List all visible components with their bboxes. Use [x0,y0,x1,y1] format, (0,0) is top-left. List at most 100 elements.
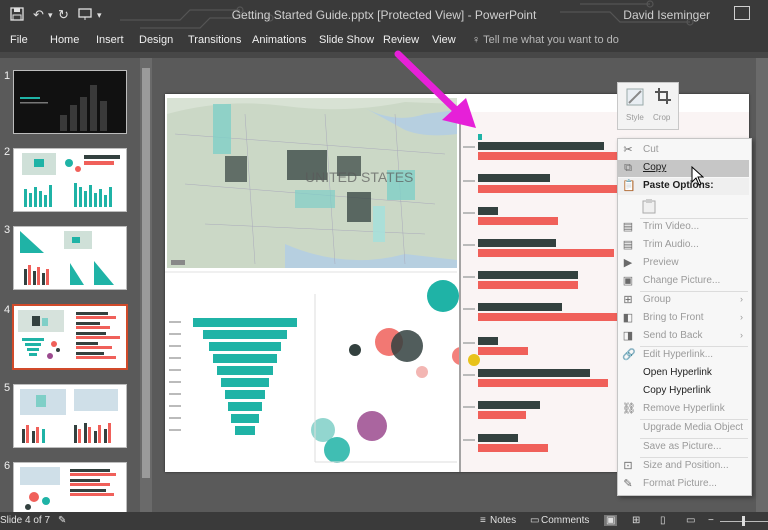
crop-icon[interactable] [654,87,672,110]
tab-insert[interactable]: Insert [96,34,124,46]
mini-toolbar: Style Crop [617,82,679,130]
slide-thumbnail-1[interactable] [13,70,127,134]
ribbon-display-options-icon[interactable] [734,6,750,20]
menu-item-copy[interactable]: ⧉ Copy [618,160,749,177]
annotation-arrow [394,50,476,128]
menu-item-group[interactable]: ⊞ Group › [618,292,749,309]
bring-to-front-icon: ◧ [622,312,634,324]
map-state [373,206,385,242]
status-bar: Slide 4 of 7 ✎ ≡ Notes ▭ Comments ▣ ⊞ ▯ … [0,512,768,530]
style-icon[interactable] [625,87,645,112]
funnel-chart [193,318,297,435]
save-picture-icon [622,441,634,453]
slide-number: 3 [4,224,11,236]
tab-review[interactable]: Review [383,34,419,46]
trim-video-icon: ▤ [622,221,634,233]
menu-item-open-hyperlink[interactable]: Open Hyperlink [618,365,749,382]
slide-scrollbar[interactable] [756,58,768,512]
style-label: Style [626,113,644,122]
menu-item-send-to-back[interactable]: ◨ Send to Back › [618,328,749,345]
menu-item-edit-hyperlink[interactable]: 🔗 Edit Hyperlink... [618,347,749,364]
slide-thumbnail-3[interactable] [13,226,127,290]
mouse-cursor-icon [691,166,704,186]
map-state [295,190,335,208]
menu-item-trim-audio[interactable]: ▤ Trim Audio... [618,237,749,254]
comments-button[interactable]: Comments [541,515,589,526]
menu-item-size-position[interactable]: ⊡ Size and Position... [618,458,749,475]
menu-item-bring-to-front[interactable]: ◧ Bring to Front › [618,310,749,327]
format-picture-icon: ✎ [623,478,633,490]
slide-thumbnail-6[interactable] [13,462,127,514]
scatter-chart [311,280,470,463]
funnel-axis-ticks [169,321,181,431]
tab-view[interactable]: View [432,34,456,46]
slide-number: 5 [4,382,11,394]
lightbulb-icon: ♀ [472,34,481,46]
menu-item-preview[interactable]: ▶ Preview [618,255,749,272]
tab-transitions[interactable]: Transitions [188,34,241,46]
crop-label: Crop [653,113,671,122]
copy-link-icon [622,385,634,397]
copy-icon: ⧉ [624,162,632,174]
menu-item-change-picture[interactable]: ▣ Change Picture... [618,273,749,290]
title-bar: ↶ ▾ ↻ ▾ Getting Started Guide.pptx [Prot… [0,0,768,30]
tell-me-search[interactable]: ♀ Tell me what you want to do [472,34,619,46]
slide-counter: Slide 4 of 7 [0,515,51,526]
menu-item-cut[interactable]: ✂ Cut [618,142,749,159]
menu-item-remove-hyperlink[interactable]: ⛓ Remove Hyperlink [618,401,749,418]
submenu-arrow-icon: › [740,312,743,322]
tab-design[interactable]: Design [139,34,173,46]
tab-file[interactable]: File [10,34,28,46]
map-state [213,104,231,154]
slideshow-view-icon[interactable]: ▭ [686,515,695,526]
slide-thumbnail-5[interactable] [13,384,127,448]
slide-thumbnail-pane: 1 2 3 4 5 6 [0,58,152,514]
change-picture-icon: ▣ [622,275,634,287]
zoom-slider-thumb[interactable] [742,516,745,526]
ribbon-tabs: File Home Insert Design Transitions Anim… [0,30,768,52]
normal-view-icon[interactable]: ▣ [604,515,618,526]
proofing-icon[interactable]: ✎ [58,515,66,526]
menu-item-save-as-picture[interactable]: Save as Picture... [618,439,749,456]
tab-animations[interactable]: Animations [252,34,306,46]
tab-home[interactable]: Home [50,34,79,46]
slide-number: 6 [4,460,11,472]
notes-button[interactable]: Notes [490,515,516,526]
slide-number: 2 [4,146,11,158]
menu-item-copy-hyperlink[interactable]: Copy Hyperlink [618,383,749,400]
remove-link-icon: ⛓ [622,403,636,415]
menu-paste-options-header: 📋 Paste Options: [618,178,749,195]
paste-option-button[interactable] [618,196,749,216]
map-label: UNITED STATES [305,169,413,185]
scatter-dot [468,354,480,366]
upgrade-media-icon [622,422,634,434]
menu-item-upgrade-media[interactable]: Upgrade Media Object [618,420,749,437]
slide-number: 4 [4,304,11,316]
menu-item-trim-video[interactable]: ▤ Trim Video... [618,219,749,236]
map-state [347,192,371,222]
slide-thumbnail-4[interactable] [12,304,128,370]
play-icon: ▶ [623,257,633,269]
menu-item-format-picture[interactable]: ✎ Format Picture... [618,476,749,493]
slide-sorter-icon[interactable]: ⊞ [632,515,640,526]
scissors-icon: ✂ [623,144,633,156]
map-logo [171,260,185,265]
size-position-icon: ⊡ [623,460,633,472]
slide-thumbnail-2[interactable] [13,148,127,212]
thumbnail-scrollbar[interactable] [140,58,152,512]
tab-slide-show[interactable]: Slide Show [319,34,374,46]
group-icon: ⊞ [623,294,633,306]
link-icon: 🔗 [622,349,636,361]
submenu-arrow-icon: › [740,330,743,340]
submenu-arrow-icon: › [740,294,743,304]
thumbnail-scrollbar-thumb[interactable] [142,68,150,478]
user-name[interactable]: David Iseminger [623,8,710,22]
open-link-icon [622,367,634,379]
zoom-out-icon[interactable]: − [708,515,714,526]
clipboard-icon [642,198,656,219]
tell-me-text: Tell me what you want to do [483,34,619,46]
notes-icon[interactable]: ≡ [480,515,486,526]
context-menu: ✂ Cut ⧉ Copy 📋 Paste Options: ▤ Trim Vid… [617,138,752,496]
comments-icon[interactable]: ▭ [530,515,539,526]
reading-view-icon[interactable]: ▯ [660,515,666,526]
